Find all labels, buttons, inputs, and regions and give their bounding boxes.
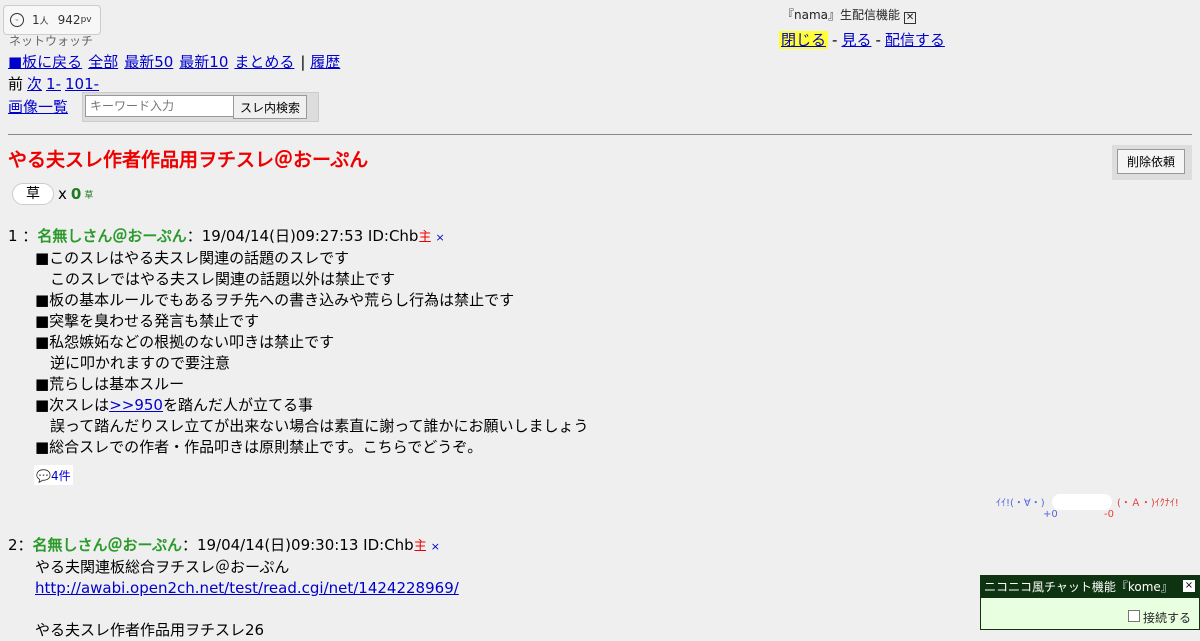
thread-url-link[interactable]: http://awabi.open2ch.net/test/read.cgi/n… — [35, 579, 459, 597]
post-body: やる夫関連板総合ヲチスレ＠おーぷん http://awabi.open2ch.ne… — [35, 557, 459, 641]
anchor-prefix: ■次スレは — [35, 396, 110, 414]
close-icon[interactable]: ✕ — [904, 12, 917, 24]
board-name: ネットウォッチ — [9, 34, 94, 48]
anchor-link[interactable]: >>950 — [109, 396, 163, 414]
kome-header: ニコニコ風チャット機能『kome』 × — [981, 576, 1199, 598]
kusa-unit: 草 — [84, 190, 94, 201]
nav-separator: | — [300, 53, 306, 71]
post-body: ■このスレはやる夫スレ関連の話題のスレです このスレではやる夫スレ関連の話題以外… — [35, 248, 589, 458]
post-line: ■荒らしは基本スルー — [35, 375, 185, 393]
nama-sep-2: - — [875, 31, 881, 49]
post-meta: ：19/04/14(日)09:30:13 ID:Chb — [181, 536, 414, 554]
prev-label: 前 — [8, 75, 24, 93]
reply-count: 4件 — [50, 469, 71, 483]
post-number: 1 ： — [8, 227, 38, 245]
divider — [8, 134, 1192, 135]
nama-label: 『nama』生配信機能 — [782, 8, 901, 22]
nama-watch-link[interactable]: 見る — [841, 31, 871, 49]
latest10-link[interactable]: 最新10 — [179, 53, 228, 71]
delete-request-button[interactable]: 削除依頼 — [1117, 149, 1185, 174]
post-line: ■私怨嫉妬などの根拠のない叩きは禁止です — [35, 333, 335, 351]
post-line: このスレではやる夫スレ関連の話題以外は禁止です — [35, 270, 396, 288]
history-link[interactable]: 履歴 — [310, 53, 340, 71]
anchor-suffix: を踏んだ人が立てる事 — [162, 396, 313, 414]
poster-name: 名無しさん＠おーぷん — [37, 227, 187, 245]
face-icon: ᵕ — [10, 13, 24, 27]
post-line: 逆に叩かれますので要注意 — [35, 354, 231, 372]
search-input[interactable] — [85, 95, 236, 117]
thread-title: やる夫スレ作者作品用ヲチスレ＠おーぷん — [8, 149, 369, 171]
kusa-count: 0 — [70, 185, 82, 203]
kome-connect[interactable]: 接続する — [1127, 609, 1191, 626]
kusa-times: x — [58, 185, 67, 203]
good-vote-count: +0 — [1043, 509, 1058, 520]
delete-post-icon[interactable]: × — [431, 540, 440, 553]
summarize-link[interactable]: まとめる — [234, 53, 294, 71]
post-1: 1 ：名無しさん＠おーぷん：19/04/14(日)09:27:53 ID:Chb… — [8, 225, 589, 458]
post-line: やる夫スレ作者作品用ヲチスレ26 — [35, 621, 265, 639]
bad-vote-button[interactable]: (・Ａ・)ｲｸﾅｲ! — [1117, 494, 1179, 509]
nama-close-link[interactable]: 閉じる — [779, 31, 829, 49]
kome-title: ニコニコ風チャット機能『kome』 — [984, 580, 1173, 594]
all-posts-link[interactable]: 全部 — [88, 53, 118, 71]
owner-badge: 主 — [413, 539, 427, 554]
close-icon[interactable]: × — [1183, 580, 1195, 592]
good-vote-button[interactable]: ｲｲ!(・∀・) — [996, 494, 1045, 509]
delete-post-icon[interactable]: × — [435, 231, 444, 244]
thread-search: スレ内検索 — [82, 92, 319, 122]
page-nav: 前次 1- 101- — [8, 73, 99, 94]
viewer-counter: ᵕ 1 人 942 pv — [3, 5, 101, 35]
post-line: やる夫関連板総合ヲチスレ＠おーぷん — [35, 558, 290, 576]
connect-label: 接続する — [1142, 611, 1191, 625]
post-line: ■板の基本ルールでもあるヲチ先への書き込みや荒らし行為は禁止です — [35, 291, 515, 309]
kome-chat-panel: ニコニコ風チャット機能『kome』 × 接続する — [980, 575, 1200, 630]
nama-sep-1: - — [832, 31, 838, 49]
pageview-count: 942 — [57, 13, 81, 27]
post-line: ■このスレはやる夫スレ関連の話題のスレです — [35, 249, 350, 267]
post-number: 2： — [8, 536, 33, 554]
range-101-link[interactable]: 101- — [65, 75, 99, 93]
post-line: ■突撃を臭わせる発言も禁止です — [35, 312, 260, 330]
image-list-row: 画像一覧 — [8, 96, 68, 117]
kusa-reaction: 草 x 0 草 — [8, 180, 93, 208]
search-button[interactable]: スレ内検索 — [233, 95, 308, 119]
image-list-link[interactable]: 画像一覧 — [8, 98, 68, 116]
owner-badge: 主 — [418, 230, 432, 245]
bad-vote-count: -0 — [1104, 509, 1114, 520]
post-line: 誤って踏んだりスレ立てが出来ない場合は素直に謝って誰かにお願いしましょう — [35, 417, 589, 435]
nama-controls: 閉じる - 見る - 配信する — [779, 29, 945, 50]
post-line: ■総合スレでの作者・作品叩きは原則禁止です。こちらでどうぞ。 — [35, 438, 483, 456]
post-meta: ：19/04/14(日)09:27:53 ID:Chb — [186, 227, 419, 245]
range-1-link[interactable]: 1- — [46, 75, 61, 93]
comment-icon: 💬 — [36, 469, 51, 483]
latest50-link[interactable]: 最新50 — [124, 53, 173, 71]
post-link-line: http://awabi.open2ch.net/test/read.cgi/n… — [35, 578, 459, 599]
kusa-button[interactable]: 草 — [12, 183, 54, 205]
delete-request-box: 削除依頼 — [1112, 145, 1192, 180]
back-to-board-link[interactable]: ■板に戻る — [8, 53, 82, 71]
nama-broadcast-link[interactable]: 配信する — [885, 31, 945, 49]
thread-nav: ■板に戻る 全部 最新50 最新10 まとめる | 履歴 — [8, 51, 346, 72]
pageview-unit: pv — [80, 15, 92, 25]
vote-bar — [1052, 494, 1112, 510]
post-header: 1 ：名無しさん＠おーぷん：19/04/14(日)09:27:53 ID:Chb… — [8, 225, 589, 246]
post-2: 2：名無しさん＠おーぷん：19/04/14(日)09:30:13 ID:Chb主… — [8, 534, 459, 641]
poster-name: 名無しさん＠おーぷん — [32, 536, 182, 554]
post-line-anchor: ■次スレは>>950を踏んだ人が立てる事 — [35, 395, 589, 416]
next-link[interactable]: 次 — [27, 75, 42, 93]
post-header: 2：名無しさん＠おーぷん：19/04/14(日)09:30:13 ID:Chb主… — [8, 534, 459, 555]
nama-panel-title: 『nama』生配信機能 ✕ — [782, 6, 917, 24]
reply-count-link[interactable]: 💬4件 — [34, 465, 73, 485]
viewer-unit: 人 — [39, 16, 49, 27]
viewer-count: 1 — [32, 13, 40, 27]
connect-checkbox[interactable] — [1127, 609, 1140, 622]
